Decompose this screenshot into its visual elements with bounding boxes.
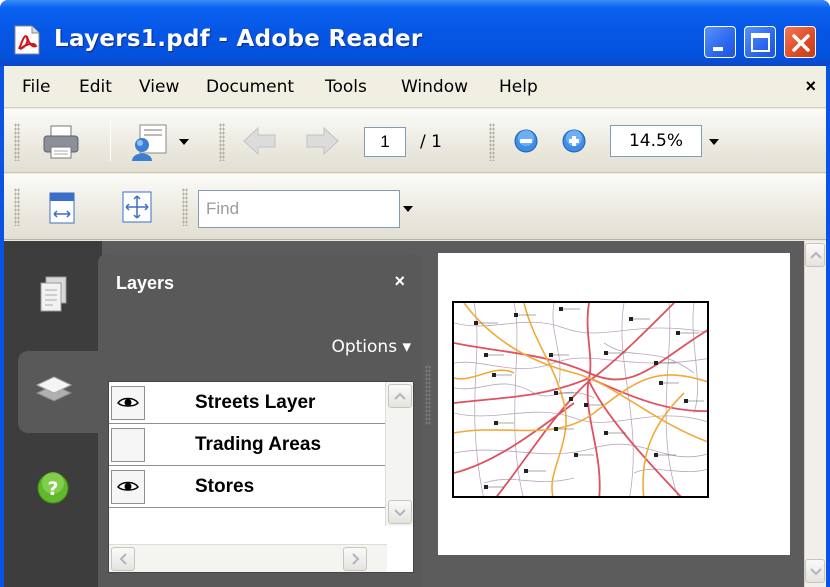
options-menu-button[interactable]: Options ▾ [331, 337, 411, 357]
app-window: Layers1.pdf - Adobe Reader File Edit Vie… [0, 0, 830, 587]
zoom-level-input[interactable]: 14.5% [610, 125, 702, 157]
find-input[interactable]: Find [198, 190, 400, 228]
arrow-up-icon [810, 251, 822, 259]
layer-list: Streets Layer Trading Areas Stores [108, 381, 414, 573]
layer-row[interactable]: Stores [109, 466, 387, 508]
fit-width-icon[interactable] [48, 192, 76, 224]
layer-visibility-toggle[interactable] [111, 386, 145, 420]
maximize-icon [751, 33, 770, 52]
svg-text:?: ? [47, 478, 58, 500]
arrow-up-icon [394, 392, 406, 400]
toolbar-grip[interactable] [14, 188, 20, 226]
scroll-up-button[interactable] [388, 384, 412, 408]
fit-page-icon[interactable] [120, 190, 154, 224]
document-vertical-scrollbar[interactable] [804, 241, 826, 587]
map-image [452, 301, 709, 498]
street-map-graphic [454, 303, 707, 496]
arrow-down-icon [810, 568, 822, 576]
toolbar-grip[interactable] [489, 123, 495, 161]
layer-visibility-toggle[interactable] [111, 470, 145, 504]
toolbar-grip[interactable] [14, 123, 20, 161]
layer-row[interactable]: Trading Areas [109, 424, 387, 466]
next-page-icon[interactable] [304, 125, 340, 157]
zoom-out-icon[interactable] [513, 128, 539, 154]
scroll-down-button[interactable] [388, 500, 412, 524]
menu-tools[interactable]: Tools [325, 77, 367, 97]
adobe-pdf-icon [14, 25, 40, 55]
page-number-input[interactable]: 1 [364, 127, 406, 157]
layers-icon[interactable] [34, 373, 74, 407]
document-page[interactable] [438, 253, 790, 555]
menu-edit[interactable]: Edit [79, 77, 112, 97]
menu-bar: File Edit View Document Tools Window Hel… [4, 66, 826, 108]
panel-close-icon[interactable]: × [394, 271, 405, 292]
menu-view[interactable]: View [139, 77, 179, 97]
layers-panel: Layers × Options ▾ Streets Layer Trading… [98, 253, 423, 587]
menu-help[interactable]: Help [499, 77, 538, 97]
layer-visibility-toggle[interactable] [111, 428, 145, 462]
menu-window[interactable]: Window [401, 77, 468, 97]
print-icon[interactable] [42, 123, 80, 161]
layer-row[interactable]: Streets Layer [109, 382, 387, 424]
window-title: Layers1.pdf - Adobe Reader [54, 26, 423, 52]
find-dropdown-icon[interactable] [403, 206, 413, 212]
menu-document[interactable]: Document [206, 77, 294, 97]
view-toolbar: Find [4, 174, 826, 240]
arrow-down-icon [394, 509, 406, 517]
toolbar-separator [110, 121, 111, 161]
arrow-right-icon [352, 553, 360, 565]
menu-file[interactable]: File [22, 77, 50, 97]
layer-list-horizontal-scrollbar[interactable] [109, 544, 387, 572]
panel-title: Layers [116, 273, 175, 293]
title-bar[interactable]: Layers1.pdf - Adobe Reader [0, 0, 830, 66]
scroll-left-button[interactable] [111, 547, 135, 571]
zoom-dropdown-icon[interactable] [709, 139, 719, 145]
layer-label: Stores [195, 476, 255, 497]
doc-scroll-down-button[interactable] [805, 559, 825, 583]
zoom-in-icon[interactable] [561, 128, 587, 154]
layer-label: Streets Layer [195, 392, 316, 413]
toolbar-grip[interactable] [182, 188, 188, 226]
pages-icon[interactable] [38, 275, 70, 315]
layer-label: Trading Areas [195, 434, 322, 455]
maximize-button[interactable] [744, 26, 776, 58]
panel-splitter[interactable] [425, 365, 431, 425]
toolbar-grip[interactable] [219, 123, 225, 161]
arrow-left-icon [119, 553, 127, 565]
help-icon[interactable]: ? [36, 471, 70, 505]
minimize-button[interactable] [704, 26, 736, 58]
file-toolbar: 1 / 1 14.5% [4, 109, 826, 173]
doc-scroll-up-button[interactable] [805, 243, 825, 267]
minimize-icon [713, 47, 723, 51]
email-icon[interactable] [128, 119, 172, 163]
main-area: ? Layers × Options ▾ Streets Layer Tradi… [4, 241, 826, 587]
close-document-icon[interactable]: × [805, 76, 816, 97]
layer-list-vertical-scrollbar[interactable] [385, 382, 413, 526]
email-dropdown-icon[interactable] [179, 139, 189, 145]
scroll-right-button[interactable] [343, 547, 367, 571]
previous-page-icon[interactable] [242, 125, 278, 157]
eye-icon [117, 397, 139, 407]
page-total: / 1 [420, 132, 442, 152]
close-icon [792, 34, 810, 52]
navigation-panel: ? [4, 241, 108, 587]
close-window-button[interactable] [784, 26, 816, 58]
client-area: File Edit View Document Tools Window Hel… [4, 66, 826, 587]
eye-icon [117, 481, 139, 491]
